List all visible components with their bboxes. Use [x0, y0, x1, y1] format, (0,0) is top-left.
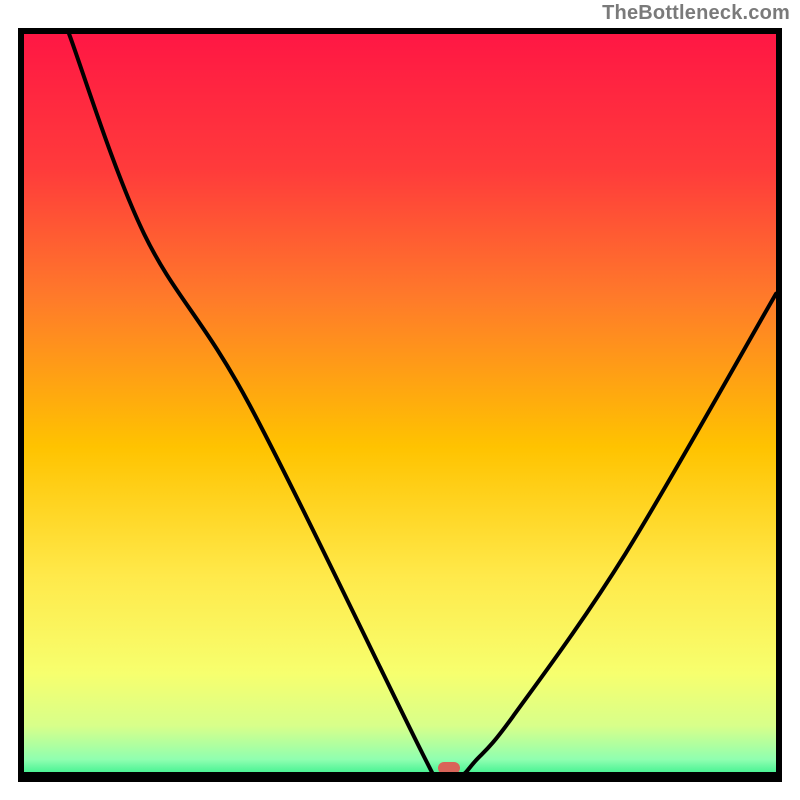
- watermark-text: TheBottleneck.com: [602, 2, 790, 25]
- plot-area: [18, 28, 782, 782]
- x-axis-baseline: [24, 772, 776, 776]
- chart-container: TheBottleneck.com: [0, 0, 800, 800]
- bottleneck-curve: [24, 34, 776, 776]
